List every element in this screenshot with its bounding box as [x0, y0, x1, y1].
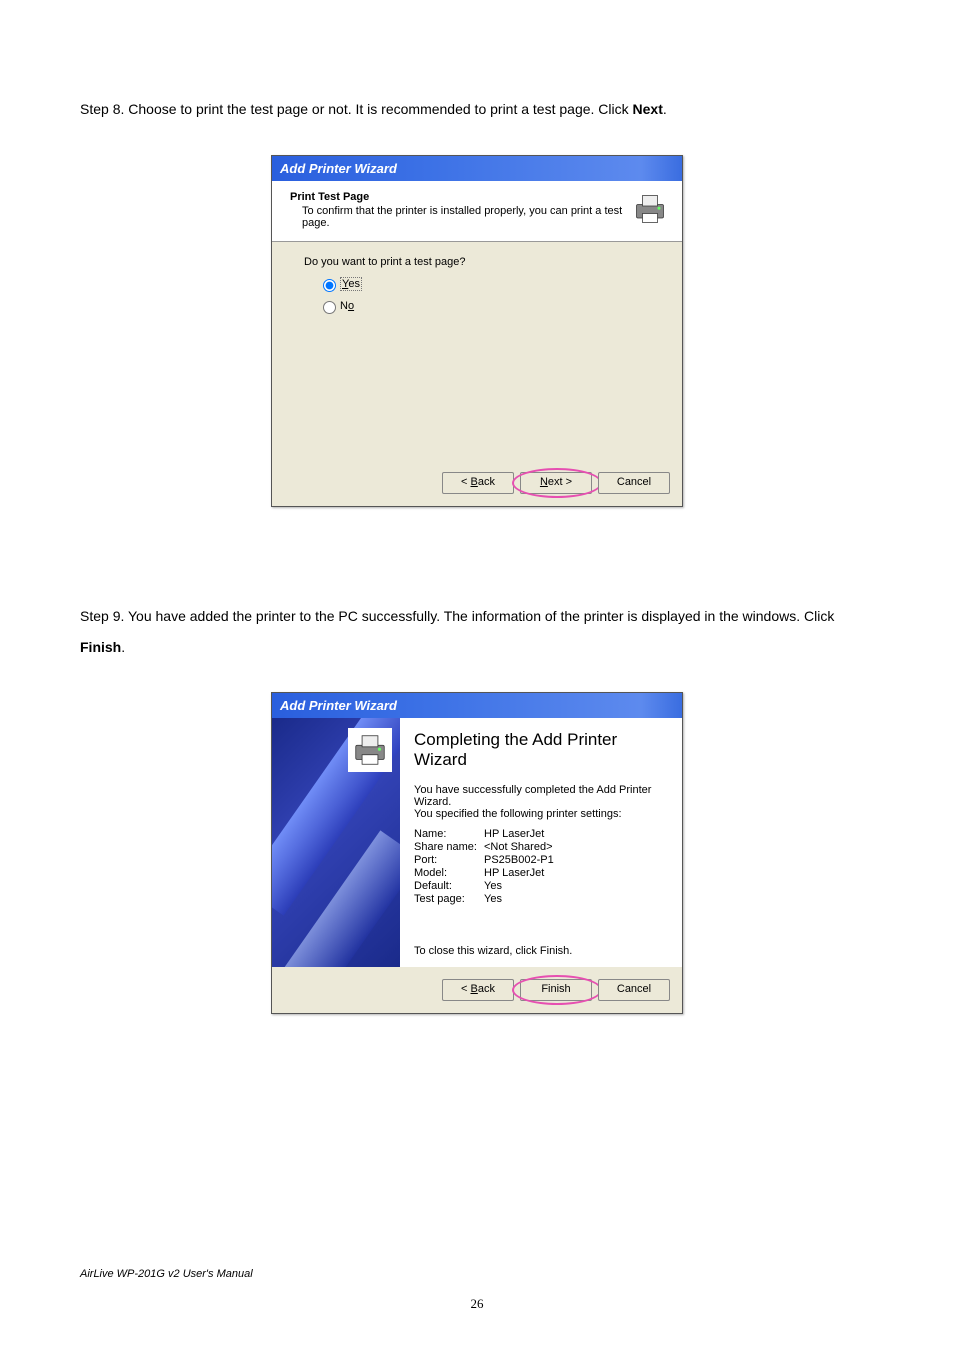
finish-button[interactable]: Finish — [520, 979, 592, 1001]
radio-yes-row[interactable]: Yes — [318, 276, 650, 292]
printer-icon — [351, 731, 389, 769]
radio-yes[interactable] — [323, 279, 336, 292]
dialog1-body: Do you want to print a test page? Yes No — [272, 242, 682, 460]
step9-text-c: . — [121, 639, 125, 655]
dialog1-heading: Print Test Page — [290, 191, 632, 203]
dialog2-line2: You specified the following printer sett… — [414, 808, 668, 820]
step8-instruction: Step 8. Choose to print the test page or… — [80, 94, 874, 125]
cancel-button-2[interactable]: Cancel — [598, 979, 670, 1001]
dialog-print-test-page: Add Printer Wizard Print Test Page To co… — [271, 155, 683, 507]
dialog1-prompt: Do you want to print a test page? — [304, 256, 650, 268]
dialog1-sub: To confirm that the printer is installed… — [302, 205, 632, 229]
dialog1-footer: < Back Next > Cancel — [272, 460, 682, 506]
dialog1-titlebar: Add Printer Wizard — [272, 156, 682, 181]
step9-text-b: Finish — [80, 639, 121, 655]
printer-icon — [632, 191, 668, 227]
kv-port: Port:PS25B002-P1 — [414, 854, 668, 866]
kv-model: Model:HP LaserJet — [414, 867, 668, 879]
cancel-button[interactable]: Cancel — [598, 472, 670, 494]
kv-default: Default:Yes — [414, 880, 668, 892]
dialog2-heading: Completing the Add Printer Wizard — [414, 730, 668, 770]
dialog2-footer: < Back Finish Cancel — [272, 967, 682, 1013]
footer-text: AirLive WP-201G v2 User's Manual — [80, 1268, 253, 1280]
dialog2-line1: You have successfully completed the Add … — [414, 784, 668, 808]
dialog2-body: Completing the Add Printer Wizard You ha… — [272, 718, 682, 967]
step8-text-c: . — [663, 101, 667, 117]
page-number: 26 — [0, 1296, 954, 1312]
step8-text-b: Next — [633, 101, 663, 117]
kv-name: Name:HP LaserJet — [414, 828, 668, 840]
back-button-2[interactable]: < Back — [442, 979, 514, 1001]
kv-test: Test page:Yes — [414, 893, 668, 905]
kv-share: Share name:<Not Shared> — [414, 841, 668, 853]
radio-no-row[interactable]: No — [318, 298, 650, 314]
next-button[interactable]: Next > — [520, 472, 592, 494]
radio-yes-label: es — [348, 278, 360, 290]
step9-text-a: Step 9. You have added the printer to th… — [80, 608, 834, 624]
dialog2-titlebar: Add Printer Wizard — [272, 693, 682, 718]
dialog2-close-hint: To close this wizard, click Finish. — [414, 945, 668, 957]
wizard-sidebar-image — [272, 718, 400, 967]
back-button[interactable]: < Back — [442, 472, 514, 494]
step9-instruction: Step 9. You have added the printer to th… — [80, 601, 874, 663]
radio-no[interactable] — [323, 301, 336, 314]
step8-text-a: Step 8. Choose to print the test page or… — [80, 101, 633, 117]
dialog-completing-wizard: Add Printer Wizard Completing the Add Pr… — [271, 692, 683, 1014]
dialog1-header: Print Test Page To confirm that the prin… — [272, 181, 682, 242]
